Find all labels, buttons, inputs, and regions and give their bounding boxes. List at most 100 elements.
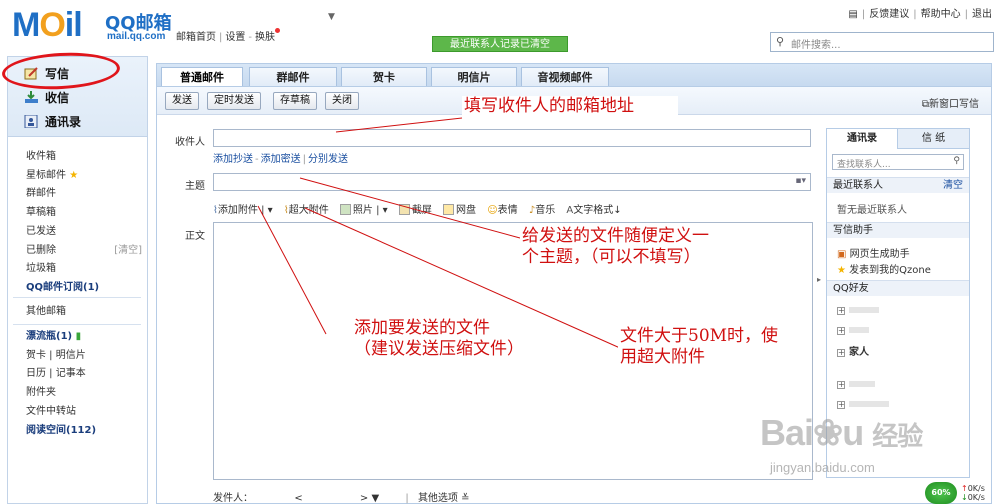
new-window-label: 新窗口写信 [929, 99, 979, 110]
large-attachment-button[interactable]: ⌇超大附件 [284, 205, 329, 216]
contact-search-input[interactable]: 查找联系人... ⚲ [832, 154, 964, 170]
add-cc-link[interactable]: 添加抄送 [213, 154, 253, 165]
friend-group-family[interactable]: + 家人 [837, 343, 869, 358]
left-sidebar: 写信 收信 通讯录 收件箱 星标邮件 ★ 群邮件 草稿箱 已发送 已删除 [清空]… [1, 49, 148, 504]
photo-icon [339, 204, 351, 215]
tab-postcard[interactable]: 明信片 [431, 67, 517, 88]
send-button[interactable]: 发送 [165, 92, 199, 110]
sender-select[interactable]: < > ▼ [256, 493, 396, 504]
folder-deleted[interactable]: 已删除 [清空] [26, 242, 142, 261]
netdisk-label: 网盘 [456, 205, 477, 216]
search-icon: ⚲ [776, 35, 785, 48]
folder-drafts[interactable]: 草稿箱 [26, 204, 142, 223]
contact-search-placeholder: 查找联系人... [837, 160, 891, 170]
cards-postcards-link[interactable]: 贺卡 | 明信片 [26, 347, 96, 366]
expand-icon: + [837, 306, 845, 315]
add-attachment-button[interactable]: ⌇添加附件 | ▾ [213, 205, 273, 216]
friend-group[interactable]: + [837, 305, 879, 316]
smiley-icon: ☺ [487, 205, 498, 216]
feedback-link[interactable]: 反馈建议 [869, 9, 909, 20]
other-mailbox[interactable]: 其他邮箱 [26, 303, 66, 322]
tab-greeting-card[interactable]: 贺卡 [341, 67, 427, 88]
annotation-attach: 添加要发送的文件（建议发送压缩文件） [352, 318, 524, 360]
sender-label: 发件人： [213, 493, 253, 504]
folder-sent[interactable]: 已发送 [26, 223, 142, 242]
mail-search-input[interactable]: ⚲ 邮件搜索... [770, 32, 994, 52]
to-label: 收件人 [175, 137, 205, 148]
sidebar-divider [13, 324, 141, 325]
nav-settings[interactable]: 设置 [225, 32, 245, 43]
nav-change-skin[interactable]: 换肤 [255, 32, 275, 43]
inbox-download-icon [25, 91, 38, 103]
drift-bottle-label: 漂流瓶(1) [26, 331, 73, 342]
music-label: 音乐 [535, 205, 556, 216]
screenshot-button[interactable]: 截屏 [398, 204, 432, 216]
nav-mailbox-home[interactable]: 邮箱首页 [176, 32, 216, 43]
drift-bottle-link[interactable]: 漂流瓶(1) ▮ [26, 328, 96, 347]
tab-group-mail[interactable]: 群邮件 [249, 67, 337, 88]
net-speed-readout: ↑0K/s ↓0K/s [961, 484, 985, 502]
other-options-label: 其他选项 [417, 493, 458, 504]
reading-space-link[interactable]: 阅读空间(112) [26, 422, 96, 441]
folder-group-mail[interactable]: 群邮件 [26, 185, 142, 204]
qqmail-logo[interactable]: MOil [12, 6, 83, 45]
baidu-url: jingyan.baidu.com [770, 460, 875, 475]
save-draft-button[interactable]: 存草稿 [273, 92, 317, 110]
web-generator-helper[interactable]: ▣ 网页生成助手 [837, 245, 910, 260]
schedule-send-button[interactable]: 定时发送 [207, 92, 261, 110]
attachments-folder-link[interactable]: 附件夹 [26, 384, 96, 403]
separate-send-link[interactable]: 分别发送 [308, 154, 348, 165]
baidu-watermark: Bai❀u 经验 [760, 412, 923, 453]
folder-starred[interactable]: 星标邮件 ★ [26, 167, 142, 186]
text-format-button[interactable]: A文字格式↓ [566, 205, 621, 216]
file-transfer-link[interactable]: 文件中转站 [26, 403, 96, 422]
help-link[interactable]: 帮助中心 [921, 9, 961, 20]
tab-stationery[interactable]: 信 纸 [898, 129, 969, 149]
folder-inbox[interactable]: 收件箱 [26, 148, 142, 167]
tab-normal-mail[interactable]: 普通邮件 [161, 67, 243, 88]
netdisk-icon [443, 204, 455, 215]
recent-empty-text: 暂无最近联系人 [837, 205, 907, 216]
photo-button[interactable]: 照片 | ▾ [339, 204, 388, 216]
clear-recent-link[interactable]: 清空 [943, 178, 963, 194]
calendar-notes-link[interactable]: 日历 | 记事本 [26, 365, 96, 384]
friend-group[interactable]: + [837, 399, 889, 410]
new-window-compose[interactable]: ⧉新窗口写信 [922, 95, 979, 110]
post-to-qzone-helper[interactable]: ★ 发表到我的Qzone [837, 261, 931, 276]
up-arrow-icon: ↑ [961, 484, 968, 493]
recent-contacts-title: 最近联系人 [833, 180, 883, 191]
tab-av-mail[interactable]: 音视频邮件 [521, 67, 609, 88]
web-generator-label: 网页生成助手 [849, 249, 910, 260]
upload-speed: 0K/s [967, 484, 985, 493]
friend-group[interactable]: + [837, 379, 875, 390]
folder-subscription[interactable]: QQ邮件订阅(1) [26, 279, 142, 298]
close-button[interactable]: 关闭 [325, 92, 359, 110]
annotation-subject: 给发送的文件随便定义一个主题，（可以不填写） [520, 226, 718, 268]
message-icon[interactable]: ▤ [848, 9, 857, 20]
folder-spam[interactable]: 垃圾箱 [26, 260, 142, 279]
account-dropdown-icon[interactable]: ▼ [328, 12, 335, 22]
subject-input[interactable]: ▪▾ [213, 173, 811, 191]
friend-group[interactable]: + [837, 325, 869, 336]
netdisk-button[interactable]: 网盘 [443, 204, 477, 216]
top-links: ▤ | 反馈建议 | 帮助中心 | 退出 [848, 9, 992, 20]
sender-line: 发件人： < > ▼ | 其他选项 ≚ [213, 493, 470, 504]
music-button[interactable]: ♪音乐 [529, 205, 555, 216]
logout-link[interactable]: 退出 [972, 9, 992, 20]
other-options-toggle[interactable]: 其他选项 ≚ [418, 493, 470, 504]
contacts-button[interactable]: 通讯录 [24, 113, 81, 130]
folder-deleted-label: 已删除 [26, 244, 56, 256]
collapse-panel-icon[interactable]: ▸ [817, 275, 821, 284]
family-group-label: 家人 [849, 347, 869, 358]
subject-format-icon[interactable]: ▪▾ [795, 176, 806, 186]
empty-trash-link[interactable]: [清空] [114, 242, 142, 261]
tab-address-book[interactable]: 通讯录 [827, 129, 898, 149]
add-bcc-link[interactable]: 添加密送 [261, 154, 301, 165]
post-to-qzone-label: 发表到我的Qzone [849, 265, 931, 276]
screenshot-label: 截屏 [411, 205, 432, 216]
folder-list: 收件箱 星标邮件 ★ 群邮件 草稿箱 已发送 已删除 [清空] 垃圾箱 QQ邮件订… [26, 148, 142, 298]
emoji-button[interactable]: ☺表情 [487, 205, 517, 216]
new-window-icon: ⧉ [921, 99, 929, 110]
recipient-input[interactable] [213, 129, 811, 147]
inbox-button[interactable]: 收信 [24, 89, 69, 106]
